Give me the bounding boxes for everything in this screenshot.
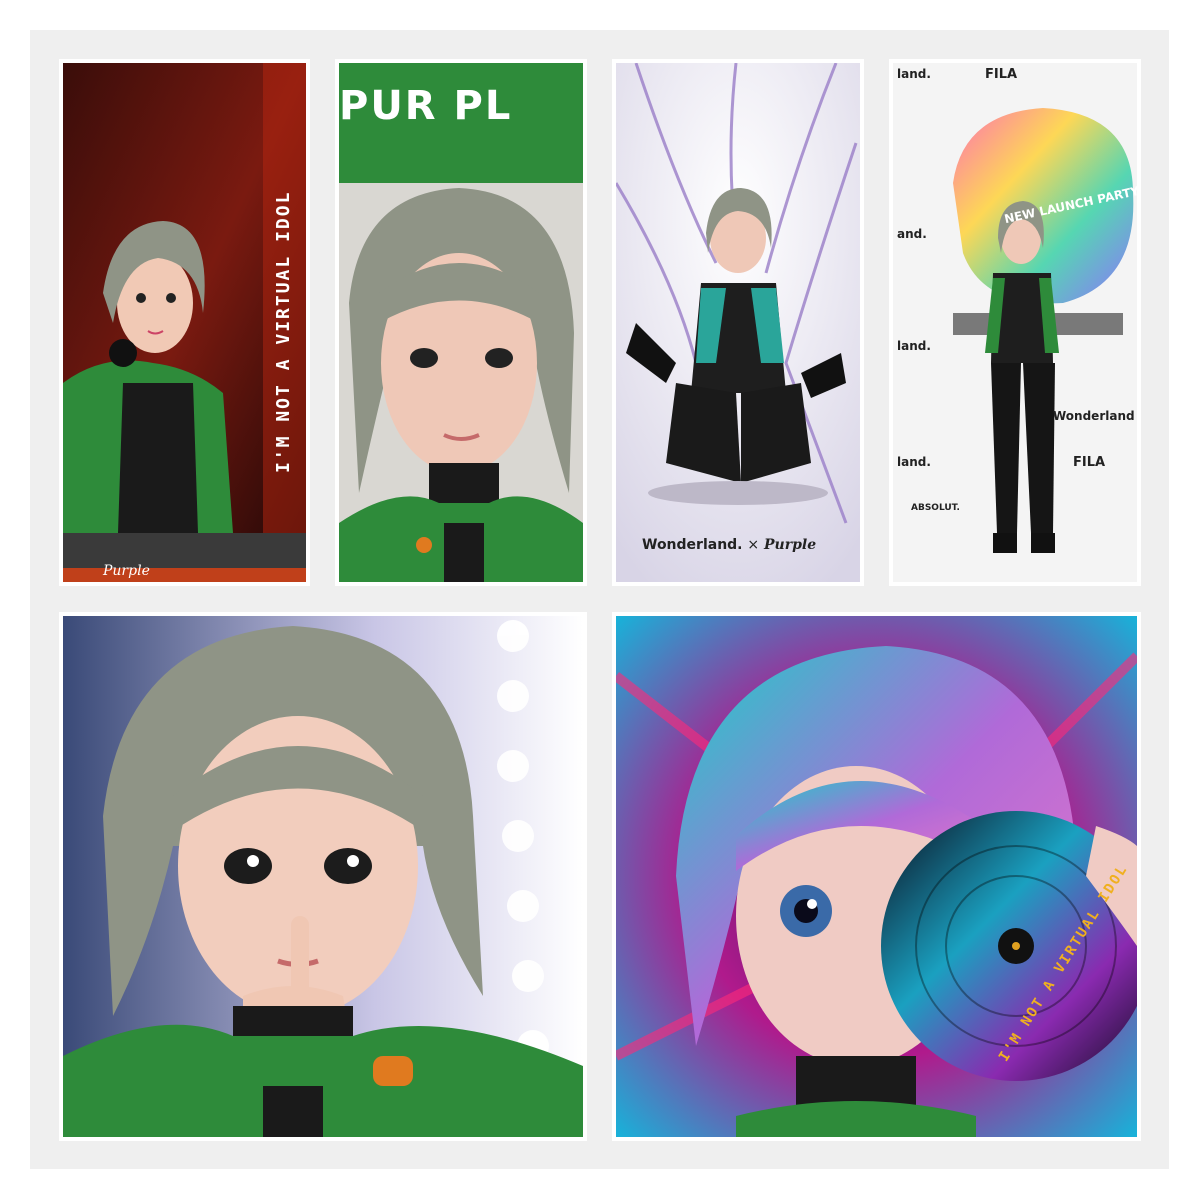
closeup-poster-image	[339, 63, 583, 582]
dj-poster-logo: Purple	[103, 563, 150, 579]
wires-brand-left: Wonderland.	[642, 537, 743, 553]
vinyl-portrait-tile[interactable]: I'M NOT A VIRTUAL IDOL	[616, 616, 1137, 1137]
wall-brand-2: FILA	[985, 67, 1018, 82]
dj-poster-tile[interactable]: I'M NOT A VIRTUAL IDOL Purple	[63, 63, 306, 582]
dj-poster-image	[63, 63, 306, 582]
wires-x-mark: ×	[747, 537, 760, 553]
vinyl-portrait-image	[616, 616, 1137, 1137]
closeup-poster-tile[interactable]: PUR PL	[339, 63, 583, 582]
wires-brand-right: Purple	[764, 537, 817, 553]
dj-poster-vertical-text: I'M NOT A VIRTUAL IDOL	[273, 190, 294, 473]
wires-poster-brand-line: Wonderland. × Purple	[642, 537, 816, 553]
vanity-portrait-tile[interactable]	[63, 616, 583, 1137]
wall-brand-5: Wonderland	[1053, 409, 1135, 423]
wires-poster-tile[interactable]: Wonderland. × Purple	[616, 63, 860, 582]
wall-brand-4: land.	[897, 339, 931, 353]
vanity-portrait-image	[63, 616, 583, 1137]
wall-brand-1: land.	[897, 67, 931, 81]
wall-brand-3: and.	[897, 227, 927, 241]
collage-frame: I'M NOT A VIRTUAL IDOL Purple PUR PL Won…	[30, 30, 1169, 1169]
wall-brand-6: land.	[897, 455, 931, 469]
launch-party-tile[interactable]: land. FILA and. land. Wonderland land. F…	[893, 63, 1137, 582]
wires-poster-image	[616, 63, 860, 582]
wall-brand-7: FILA	[1073, 455, 1106, 470]
wall-brand-8: ABSOLUT.	[911, 503, 960, 513]
closeup-poster-banner-text: PUR PL	[339, 83, 513, 129]
